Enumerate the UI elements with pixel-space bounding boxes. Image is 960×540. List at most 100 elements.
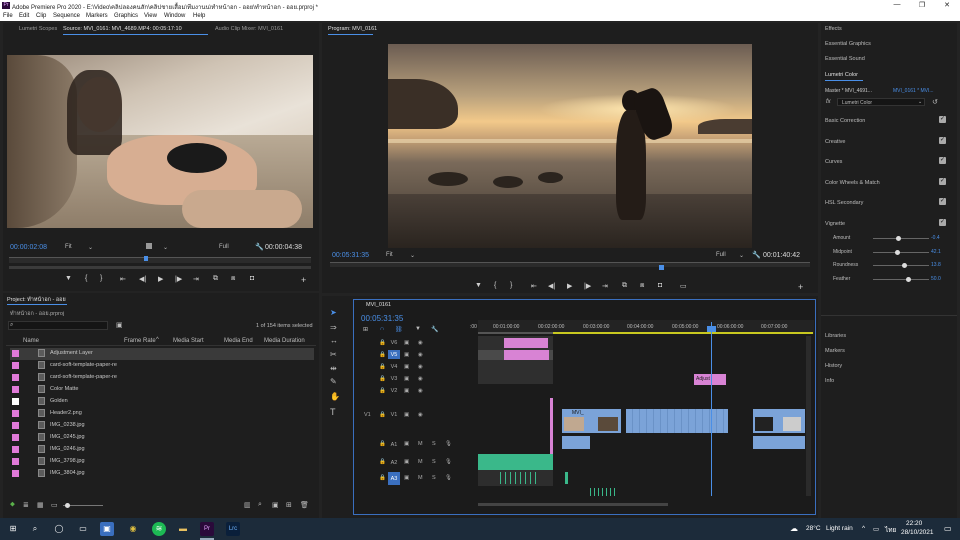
source-scrub-bar[interactable] [9,257,311,263]
solo-button[interactable]: S [432,459,436,465]
step-back-icon[interactable]: ◀| [139,275,146,283]
chrome-icon[interactable]: ◉ [126,522,140,536]
tab-audio-clip-mixer[interactable]: Audio Clip Mixer: MVI_0161 [215,26,283,32]
vignette-slider-knob[interactable] [905,276,911,282]
marker-icon[interactable]: ▼ [475,282,482,289]
weather-temp[interactable]: 28°C [806,525,821,532]
automate-icon[interactable]: ▥ [244,501,251,509]
lumetri-sequence-clip[interactable]: MVI_0161 * MVI... [893,88,934,94]
play-icon[interactable]: ▶ [158,275,163,283]
zoom-slider-knob[interactable] [65,503,70,508]
new-bin-icon[interactable]: ▣ [272,501,279,509]
lumetri-master-clip[interactable]: Master * MVI_4691... [825,88,872,94]
vignette-param-value[interactable]: 42.1 [931,249,941,255]
sync-lock-icon[interactable]: ▣ [404,459,409,465]
minimize-button[interactable]: — [890,1,904,10]
mark-in-icon[interactable]: { [494,282,496,289]
lock-icon[interactable]: 🔒 [379,441,386,447]
v6-pink-clips[interactable] [504,338,548,348]
lock-icon[interactable]: 🔒 [379,352,386,358]
eye-icon[interactable]: ◉ [418,340,423,346]
chevron-down-icon[interactable]: ⌄ [88,244,93,251]
label-color-swatch[interactable] [12,386,19,393]
windows-start-icon[interactable]: ⊞ [6,522,20,536]
premiere-taskbar-icon[interactable]: Pr [200,522,214,536]
col-media-end[interactable]: Media End [224,338,253,344]
lock-icon[interactable]: 🔒 [379,376,386,382]
timeline-vertical-scrollbar[interactable] [806,336,811,496]
v1-clip-3[interactable] [753,409,805,433]
cortana-icon[interactable]: ◯ [52,522,66,536]
microphone-icon[interactable]: 🎙 [445,475,452,481]
lumetri-section-label[interactable]: Creative [825,139,845,145]
new-bin-icon[interactable]: ▣ [116,321,123,329]
project-item[interactable]: card-soft-template-paper-re [10,372,314,384]
track-label[interactable]: V1 [388,410,400,419]
a3-small-clip[interactable] [565,472,568,484]
lightroom-taskbar-icon[interactable]: Lrc [226,522,240,536]
clock-time[interactable]: 22:20 [906,520,922,527]
vignette-slider-knob[interactable] [894,249,900,255]
network-icon[interactable]: ▭ [873,525,879,533]
sync-lock-icon[interactable]: ▣ [404,352,409,358]
tab-lumetri-scopes[interactable]: Lumetri Scopes [19,26,57,32]
source-quality-select[interactable]: Full [219,244,229,250]
comparison-icon[interactable]: ▭ [680,282,687,290]
label-color-swatch[interactable] [12,374,19,381]
meet-icon[interactable]: ▣ [100,522,114,536]
go-to-out-icon[interactable]: ⇥ [193,275,199,283]
a2-music-clip[interactable] [478,454,553,470]
chevron-up-icon[interactable]: ^ [862,525,865,532]
lock-icon[interactable]: 🔒 [379,388,386,394]
overwrite-icon[interactable]: ⧈ [231,275,235,283]
source-video-frame[interactable] [7,55,313,228]
track-label[interactable]: A3 [388,472,400,485]
razor-icon[interactable]: ✂ [330,350,337,359]
maximize-button[interactable]: ❐ [915,1,929,10]
source-fit-select[interactable]: Fit [65,244,72,250]
step-forward-icon[interactable]: |▶ [584,282,591,290]
track-select-icon[interactable]: ⇒ [330,323,337,332]
project-item[interactable]: card-soft-template-paper-re [10,360,314,372]
section-enable-checkbox[interactable]: ✓ [939,136,946,144]
ripple-edit-icon[interactable]: ↔ [330,336,338,345]
chevron-down-icon[interactable]: ⌄ [410,252,415,259]
menu-view[interactable]: View [144,13,157,19]
sync-lock-icon[interactable]: ▣ [404,388,409,394]
source-zoom-bar[interactable] [9,266,311,269]
lock-icon[interactable]: 🔒 [379,364,386,370]
step-back-icon[interactable]: ◀| [548,282,555,290]
wrench-icon[interactable]: 🔧 [431,326,438,333]
lift-icon[interactable]: ⧉ [622,282,627,290]
program-timecode[interactable]: 00:05:31:35 [332,252,369,259]
panel-essential-sound[interactable]: Essential Sound [825,56,865,62]
file-explorer-icon[interactable]: ▬ [176,522,190,536]
panel-history[interactable]: History [825,363,842,369]
camera-icon[interactable]: ◘ [658,282,662,289]
hand-icon[interactable]: ✋ [330,392,340,401]
lumetri-color-title[interactable]: Lumetri Color [825,72,858,78]
go-to-in-icon[interactable]: ⇤ [531,282,537,290]
program-quality-select[interactable]: Full [716,252,726,258]
timeline-zoom-scrollbar[interactable] [478,503,668,506]
dropdown-arrow-icon[interactable]: ⌄ [163,244,168,251]
track-label[interactable]: V3 [388,374,400,383]
tab-project[interactable]: Project: ทำหน้าอก - ออย [7,296,66,304]
lock-icon[interactable]: 🔒 [379,412,386,418]
time-ruler[interactable]: :00 00:01:00:00 00:02:00:00 00:03:00:00 … [470,320,814,334]
mute-button[interactable]: M [418,441,423,447]
wrench-icon[interactable]: 🔧 [255,243,264,251]
sync-lock-icon[interactable]: ▣ [404,376,409,382]
marker-icon[interactable]: ▼ [65,275,72,282]
go-to-in-icon[interactable]: ⇤ [120,275,126,283]
close-button[interactable]: ✕ [940,1,954,10]
play-icon[interactable]: ▶ [567,282,572,290]
panel-libraries[interactable]: Libraries [825,333,846,339]
track-label[interactable]: V6 [388,338,400,347]
label-color-swatch[interactable] [12,362,19,369]
timeline-playhead-handle[interactable] [707,326,716,332]
mark-in-icon[interactable]: { [85,275,87,282]
section-enable-checkbox[interactable]: ✓ [939,116,946,123]
spotify-icon[interactable]: ≋ [152,522,166,536]
work-area-bar[interactable] [478,332,553,334]
